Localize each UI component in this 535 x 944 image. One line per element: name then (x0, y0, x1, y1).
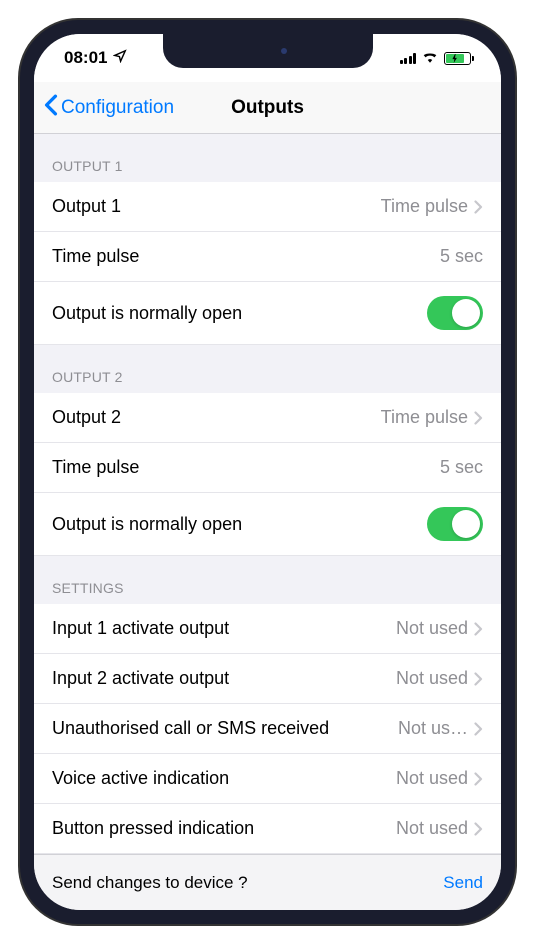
output2-normallyopen-row: Output is normally open (34, 493, 501, 556)
page-title: Outputs (231, 97, 304, 119)
cell-label: Input 1 activate output (52, 618, 396, 639)
chevron-right-icon (474, 200, 483, 214)
cell-label: Unauthorised call or SMS received (52, 718, 398, 739)
settings-unauth-row[interactable]: Unauthorised call or SMS received Not us… (34, 704, 501, 754)
cell-label: Time pulse (52, 457, 440, 478)
output2-normallyopen-toggle[interactable] (427, 507, 483, 541)
cell-value: Not us… (398, 718, 468, 739)
phone-frame: 08:01 (20, 20, 515, 924)
battery-icon (444, 52, 471, 65)
cell-label: Button pressed indication (52, 818, 396, 839)
cell-value: 5 sec (440, 246, 483, 267)
chevron-right-icon (474, 722, 483, 736)
phone-screen: 08:01 (34, 34, 501, 910)
cell-value: Time pulse (381, 196, 468, 217)
settings-button-row[interactable]: Button pressed indication Not used (34, 804, 501, 854)
status-time: 08:01 (64, 48, 107, 68)
send-button[interactable]: Send (443, 873, 483, 893)
footer-prompt: Send changes to device ? (52, 873, 248, 893)
cell-value: Not used (396, 618, 468, 639)
chevron-right-icon (474, 622, 483, 636)
settings-voice-row[interactable]: Voice active indication Not used (34, 754, 501, 804)
section-header-settings: SETTINGS (34, 556, 501, 604)
settings-input2-row[interactable]: Input 2 activate output Not used (34, 654, 501, 704)
chevron-right-icon (474, 772, 483, 786)
cell-label: Output 1 (52, 196, 381, 217)
chevron-right-icon (474, 411, 483, 425)
cell-value: Not used (396, 768, 468, 789)
output1-timepulse-row[interactable]: Time pulse 5 sec (34, 232, 501, 282)
signal-icon (400, 52, 417, 64)
back-label: Configuration (61, 97, 174, 119)
cell-label: Input 2 activate output (52, 668, 396, 689)
chevron-right-icon (474, 822, 483, 836)
location-icon (113, 48, 127, 68)
output1-normallyopen-row: Output is normally open (34, 282, 501, 345)
settings-input1-row[interactable]: Input 1 activate output Not used (34, 604, 501, 654)
cell-label: Time pulse (52, 246, 440, 267)
nav-bar: Configuration Outputs (34, 82, 501, 134)
footer-bar: Send changes to device ? Send (34, 854, 501, 910)
cell-label: Output 2 (52, 407, 381, 428)
cell-value: Not used (396, 668, 468, 689)
cell-label: Output is normally open (52, 303, 427, 324)
section-header-output2: OUTPUT 2 (34, 345, 501, 393)
notch (163, 34, 373, 68)
back-button[interactable]: Configuration (44, 94, 174, 122)
chevron-left-icon (44, 94, 58, 122)
content-scroll[interactable]: OUTPUT 1 Output 1 Time pulse Time pulse … (34, 134, 501, 910)
output1-normallyopen-toggle[interactable] (427, 296, 483, 330)
wifi-icon (421, 48, 439, 68)
cell-value: Not used (396, 818, 468, 839)
section-header-output1: OUTPUT 1 (34, 134, 501, 182)
cell-label: Voice active indication (52, 768, 396, 789)
output2-timepulse-row[interactable]: Time pulse 5 sec (34, 443, 501, 493)
output2-mode-row[interactable]: Output 2 Time pulse (34, 393, 501, 443)
cell-label: Output is normally open (52, 514, 427, 535)
chevron-right-icon (474, 672, 483, 686)
cell-value: Time pulse (381, 407, 468, 428)
cell-value: 5 sec (440, 457, 483, 478)
output1-mode-row[interactable]: Output 1 Time pulse (34, 182, 501, 232)
